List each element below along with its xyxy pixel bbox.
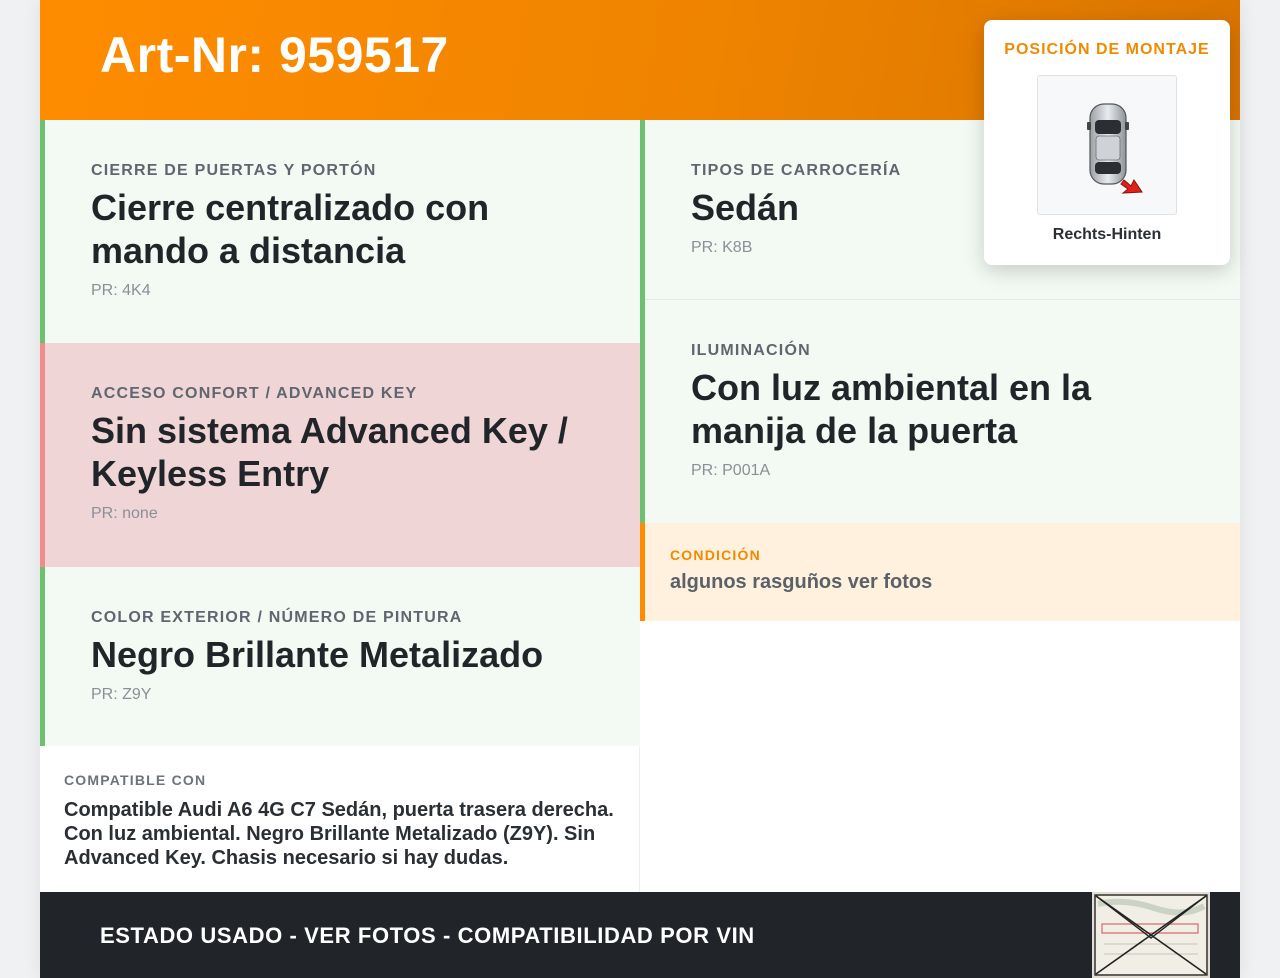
mount-position-card: POSICIÓN DE MONTAJE Rechts-Hinten [984,20,1230,265]
article-number: Art-Nr: 959517 [100,27,449,83]
card-label: Iluminación [691,342,811,359]
compatibility-label: Compatible con [64,772,207,788]
card-value: Con luz ambiental en la manija de la pue… [691,367,1092,451]
mount-position-title: POSICIÓN DE MONTAJE [1004,41,1210,58]
mount-position-value: Rechts-Hinten [1052,226,1162,243]
card-label: Cierre de puertas y portón [91,162,377,179]
car-top-view-icon [1037,75,1177,215]
card-lighting: Iluminación Con luz ambiental en la mani… [640,300,1240,523]
card-door-lock: Cierre de puertas y portón Cierre centra… [40,120,640,343]
footer-bar: ESTADO USADO - VER FOTOS - COMPATIBILIDA… [40,892,1240,978]
card-label: Acceso confort / Advanced Key [91,385,418,402]
card-value: Cierre centralizado con mando a distanci… [91,187,490,271]
card-comfort-access: Acceso confort / Advanced Key Sin sistem… [40,343,640,567]
condition-label: Condición [670,547,761,563]
footer-banner: ESTADO USADO - VER FOTOS - COMPATIBILIDA… [100,923,755,948]
card-value: Negro Brillante Metalizado [91,634,544,675]
compatibility-section: Compatible con Compatible Audi A6 4G C7 … [40,746,640,892]
card-pr-code: PR: Z9Y [91,686,152,703]
card-exterior-color: Color exterior / Número de pintura Negro… [40,567,640,746]
condition-text: algunos rasguños ver fotos [670,571,933,593]
card-pr-code: PR: none [91,505,158,522]
card-pr-code: PR: P001A [691,462,771,479]
card-pr-code: PR: 4K4 [91,282,151,299]
condition-section: Condición algunos rasguños ver fotos [640,523,1240,621]
card-value: Sin sistema Advanced Key / Keyless Entry [91,410,568,494]
compatibility-text: Compatible Audi A6 4G C7 Sedán, puerta t… [64,799,614,869]
card-label: Color exterior / Número de pintura [91,609,463,626]
vehicle-document-icon[interactable] [1092,892,1210,978]
